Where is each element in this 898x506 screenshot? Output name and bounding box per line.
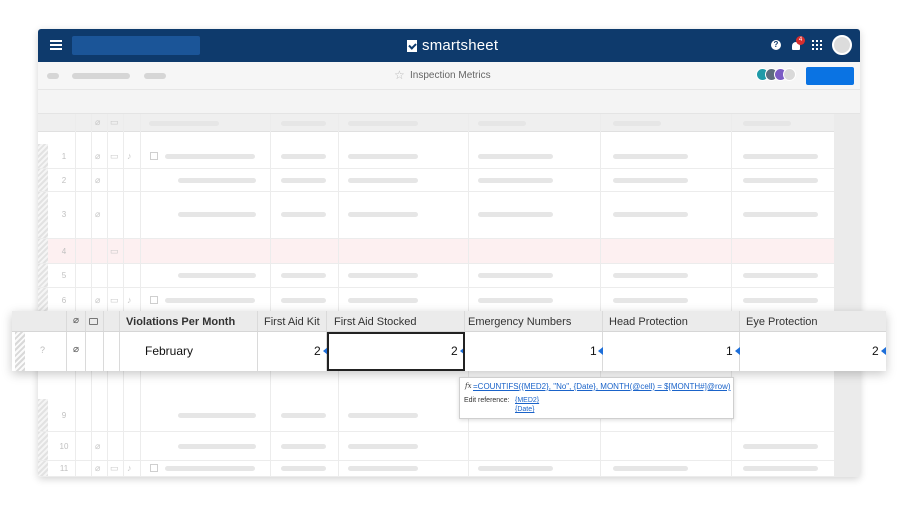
column-header-first-aid-kit[interactable]: First Aid Kit (264, 316, 320, 328)
top-navigation-bar: smartsheet ? 4 (38, 29, 860, 62)
row-number: 9 (61, 411, 67, 420)
comment-icon: ▭ (110, 117, 119, 127)
cross-sheet-reference-icon (735, 347, 740, 355)
bell-icon: ♪ (127, 151, 132, 161)
table-row[interactable]: 1 ⌀ ▭ ♪ (38, 144, 834, 169)
attachment-icon: ⌀ (95, 295, 101, 305)
expand-toggle[interactable] (150, 296, 158, 304)
share-button[interactable] (806, 67, 854, 85)
cell-eye-protection[interactable]: 2 (872, 344, 879, 358)
reference-link-date[interactable]: {Date} (515, 406, 534, 413)
help-icon[interactable]: ? (771, 40, 781, 50)
top-icons-group: ? 4 (771, 35, 852, 55)
attachment-icon: ⌀ (95, 209, 101, 219)
brand-name: smartsheet (422, 37, 499, 54)
sheet-grid: ⌀ ▭ 1 ⌀ ▭ ♪ 2 ⌀ 3 ⌀ 4 ▭ 5 6 ⌀ ▭ ♪ 9 10 ⌀… (38, 114, 834, 477)
app-window: smartsheet ? 4 ☆ Inspection Metrics ⌀ ▭ … (38, 29, 860, 477)
column-header-first-aid-stocked[interactable]: First Aid Stocked (334, 316, 417, 328)
attachment-icon: ⌀ (95, 117, 101, 127)
row-number: 4 (61, 247, 67, 256)
table-row[interactable]: 3 ⌀ (38, 192, 834, 239)
collapse-toggle[interactable] (150, 152, 158, 160)
cell-month[interactable]: February (145, 344, 193, 358)
placeholder-control[interactable] (72, 73, 130, 79)
attachment-icon: ⌀ (95, 151, 101, 161)
table-row[interactable]: 11 ⌀ ▭ ♪ (38, 461, 834, 477)
row-number: 5 (61, 271, 67, 280)
column-header-eye-protection[interactable]: Eye Protection (746, 316, 818, 328)
search-input[interactable] (72, 36, 200, 55)
vertical-scrollbar[interactable] (834, 114, 860, 477)
column-header-row: ⌀ ▭ (38, 114, 834, 132)
row-number: 1 (61, 152, 67, 161)
table-row[interactable]: 10 ⌀ (38, 432, 834, 461)
overlay-column-header: ⌀ Violations Per Month First Aid Kit Fir… (12, 311, 886, 332)
apps-icon[interactable] (812, 40, 822, 50)
row-number: 2 (61, 176, 67, 185)
row-number: 10 (59, 442, 69, 451)
collaborator-avatars[interactable] (756, 68, 796, 81)
menu-icon[interactable] (50, 40, 62, 50)
bell-icon: ♪ (127, 295, 132, 305)
cross-sheet-reference-icon (881, 347, 886, 355)
comment-icon: ▭ (110, 151, 119, 161)
table-row-february[interactable]: ? ⌀ February 2 2 1 1 2 (12, 332, 886, 371)
bell-icon: ♪ (127, 463, 132, 473)
comment-icon: ▭ (110, 246, 119, 256)
row-number: 6 (61, 296, 67, 305)
placeholder-control[interactable] (47, 73, 59, 79)
table-row[interactable]: 4 ▭ (38, 239, 834, 264)
row-number: 3 (61, 210, 67, 219)
column-header-emergency-numbers[interactable]: Emergency Numbers (468, 316, 571, 328)
toolbar (38, 90, 860, 114)
expand-toggle[interactable] (150, 464, 158, 472)
sheet-header-bar: ☆ Inspection Metrics (38, 62, 860, 90)
cell-first-aid-kit[interactable]: 2 (314, 344, 321, 358)
table-row[interactable]: 2 ⌀ (38, 169, 834, 192)
brand-logo: smartsheet (407, 37, 498, 54)
formula-text[interactable]: =COUNTIFS({MED2}, "No", {Date}, MONTH(@c… (473, 382, 731, 391)
sheet-title: Inspection Metrics (410, 70, 491, 81)
avatar[interactable] (832, 35, 852, 55)
function-icon: fx (465, 382, 472, 390)
attachment-icon: ⌀ (95, 441, 101, 451)
cell-head-protection[interactable]: 1 (726, 344, 733, 358)
collaborator-avatar (783, 68, 796, 81)
selected-cell-outline (327, 332, 465, 371)
star-icon[interactable]: ☆ (394, 68, 405, 82)
table-row[interactable]: 5 (38, 264, 834, 288)
notifications-button[interactable]: 4 (790, 36, 805, 51)
comment-icon: ▭ (110, 463, 119, 473)
edit-reference-label: Edit reference: (464, 397, 510, 404)
smartsheet-logo-icon (407, 39, 417, 52)
placeholder-control[interactable] (144, 73, 166, 79)
attachment-icon: ⌀ (95, 175, 101, 185)
row-number: 11 (59, 464, 69, 473)
focused-row-overlay: ⌀ Violations Per Month First Aid Kit Fir… (12, 311, 886, 371)
attachment-icon: ⌀ (95, 463, 101, 473)
formula-tooltip: fx =COUNTIFS({MED2}, "No", {Date}, MONTH… (459, 377, 734, 419)
reference-link-med2[interactable]: {MED2} (515, 397, 539, 404)
cell-emergency-numbers[interactable]: 1 (590, 344, 597, 358)
column-header-head-protection[interactable]: Head Protection (609, 316, 688, 328)
notification-badge: 4 (796, 36, 805, 45)
comment-icon: ▭ (110, 295, 119, 305)
column-header-violations[interactable]: Violations Per Month (126, 316, 235, 328)
